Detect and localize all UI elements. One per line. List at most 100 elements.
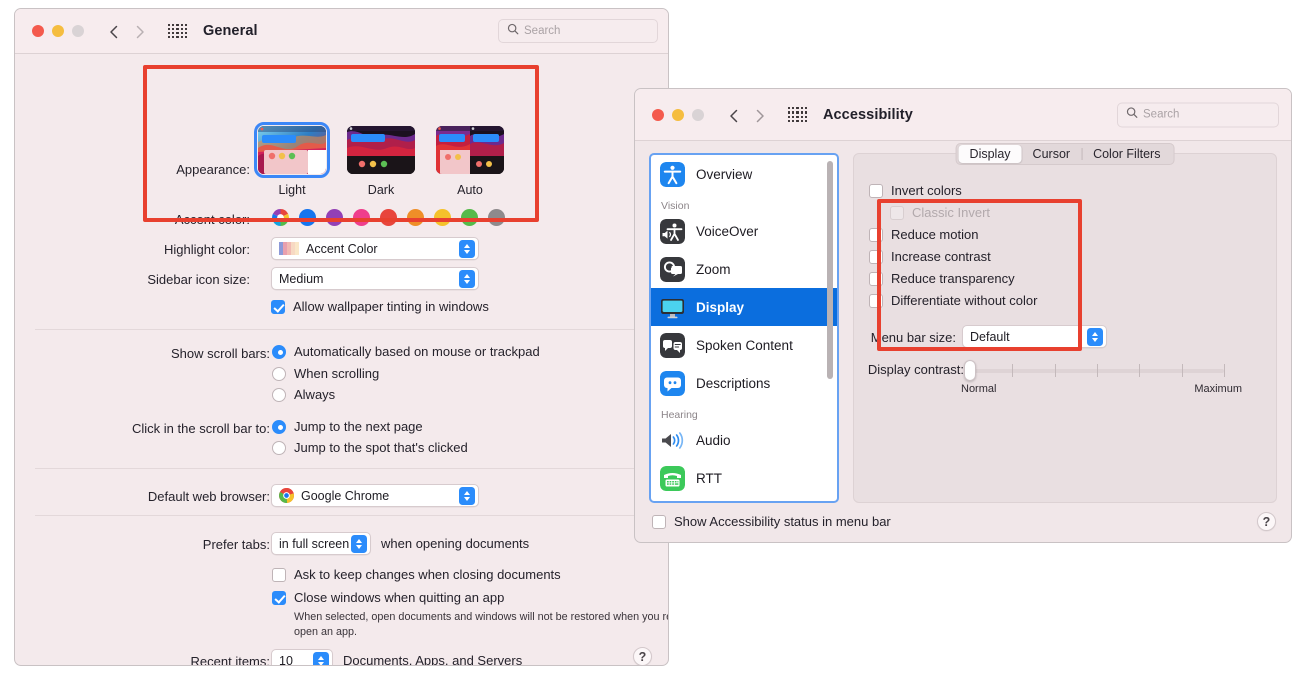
accent-swatch-purple[interactable] (326, 209, 343, 226)
search-field[interactable]: Search (1117, 102, 1279, 127)
default-web-browser-value: Google Chrome (301, 489, 389, 503)
zoom-button[interactable] (692, 109, 704, 121)
accent-swatch-graphite[interactable] (488, 209, 505, 226)
accessibility-help-button[interactable]: ? (1257, 512, 1276, 531)
highlight-color-popup[interactable]: Accent Color (271, 237, 479, 260)
appearance-option-dark[interactable]: Dark (347, 126, 415, 197)
audio-icon (660, 428, 685, 453)
accent-swatch-yellow[interactable] (434, 209, 451, 226)
sidebar-item-zoom[interactable]: Zoom (651, 250, 837, 288)
show-all-grid-icon[interactable] (788, 107, 807, 122)
accent-swatch-red[interactable] (380, 209, 397, 226)
scroll-bars-option-automatic[interactable]: Automatically based on mouse or trackpad (272, 344, 540, 359)
close-windows-checkbox[interactable]: Close windows when quitting an app (272, 590, 504, 605)
sidebar-item-captions[interactable]: Captions (651, 497, 837, 503)
close-button[interactable] (32, 25, 44, 37)
sidebar-item-rtt[interactable]: RTT (651, 459, 837, 497)
invert-colors-label: Invert colors (891, 183, 962, 198)
click-scroll-option-spot-clicked[interactable]: Jump to the spot that's clicked (272, 440, 468, 455)
tab-color-filters[interactable]: Color Filters (1082, 145, 1171, 163)
default-web-browser-popup[interactable]: Google Chrome (271, 484, 479, 507)
show-all-grid-icon[interactable] (168, 24, 187, 39)
recent-items-value: 10 (279, 654, 293, 667)
screenshot-stage: General Search Appearance: (0, 0, 1307, 700)
classic-invert-label: Classic Invert (912, 205, 990, 220)
increase-contrast-checkbox[interactable]: Increase contrast (869, 249, 991, 264)
sidebar-item-voiceover[interactable]: VoiceOver (651, 212, 837, 250)
scroll-bars-option-when-scrolling-label: When scrolling (294, 366, 379, 381)
back-icon[interactable] (108, 25, 120, 37)
sidebar-item-label: VoiceOver (696, 224, 758, 239)
recent-items-suffix: Documents, Apps, and Servers (343, 653, 522, 666)
accent-swatch-orange[interactable] (407, 209, 424, 226)
accessibility-body: Overview Vision VoiceOver Zoom (635, 141, 1291, 543)
panel-tab-bar: Display Cursor Color Filters (956, 143, 1175, 165)
back-icon[interactable] (728, 109, 740, 121)
appearance-label: Appearance: (75, 162, 250, 177)
accessibility-icon (660, 162, 685, 187)
slider-knob[interactable] (964, 360, 976, 381)
sidebar-scrollbar[interactable] (827, 161, 833, 379)
checkbox-box (890, 206, 904, 220)
sidebar-item-label: Display (696, 300, 744, 315)
navigation-arrows (728, 109, 766, 121)
display-icon (660, 295, 685, 320)
slider-track (970, 369, 1224, 373)
sidebar-item-descriptions[interactable]: Descriptions (651, 364, 837, 402)
minimize-button[interactable] (52, 25, 64, 37)
accent-swatch-green[interactable] (461, 209, 478, 226)
slider-max-label: Maximum (1194, 383, 1242, 395)
accent-swatch-pink[interactable] (353, 209, 370, 226)
checkbox-box (272, 591, 286, 605)
wallpaper-tinting-checkbox[interactable]: Allow wallpaper tinting in windows (271, 299, 489, 314)
appearance-option-light[interactable]: Light (258, 126, 326, 197)
sidebar-item-display[interactable]: Display (651, 288, 837, 326)
appearance-option-auto[interactable]: Auto (436, 126, 504, 197)
recent-items-label: Recent items: (55, 654, 270, 666)
prefer-tabs-popup[interactable]: in full screen (271, 532, 371, 555)
sidebar-item-overview[interactable]: Overview (651, 155, 837, 193)
show-accessibility-status-checkbox[interactable]: Show Accessibility status in menu bar (652, 514, 891, 529)
forward-icon[interactable] (754, 109, 766, 121)
differentiate-without-color-checkbox[interactable]: Differentiate without color (869, 293, 1037, 308)
recent-items-popup[interactable]: 10 (271, 649, 333, 666)
accent-swatch-multicolor[interactable] (272, 209, 289, 226)
invert-colors-checkbox[interactable]: Invert colors (869, 183, 962, 198)
general-titlebar: General Search (15, 9, 668, 54)
minimize-button[interactable] (672, 109, 684, 121)
rtt-icon (660, 466, 685, 491)
sidebar-item-spoken-content[interactable]: Spoken Content (651, 326, 837, 364)
reduce-motion-checkbox[interactable]: Reduce motion (869, 227, 978, 242)
forward-icon[interactable] (134, 25, 146, 37)
window-controls (32, 25, 84, 37)
checkbox-box (869, 272, 883, 286)
close-windows-note: When selected, open documents and window… (294, 610, 669, 640)
accent-swatch-blue[interactable] (299, 209, 316, 226)
radio-button (272, 345, 286, 359)
search-field[interactable]: Search (498, 19, 658, 43)
close-button[interactable] (652, 109, 664, 121)
scroll-bars-option-always[interactable]: Always (272, 387, 335, 402)
sidebar-icon-size-stepper-icon (459, 270, 475, 288)
slider-min-label: Normal (961, 383, 996, 395)
recent-items-stepper-icon (313, 652, 329, 667)
zoom-button[interactable] (72, 25, 84, 37)
reduce-transparency-checkbox[interactable]: Reduce transparency (869, 271, 1015, 286)
click-scroll-option-next-page[interactable]: Jump to the next page (272, 419, 423, 434)
prefer-tabs-value: in full screen (279, 537, 349, 551)
default-web-browser-stepper-icon (459, 487, 475, 505)
prefer-tabs-suffix: when opening documents (381, 536, 529, 551)
tab-display[interactable]: Display (959, 145, 1022, 163)
scroll-bars-option-when-scrolling[interactable]: When scrolling (272, 366, 379, 381)
appearance-thumb-auto (436, 126, 504, 174)
appearance-options: Light (258, 126, 504, 197)
sidebar-item-audio[interactable]: Audio (651, 421, 837, 459)
display-contrast-slider[interactable]: Normal Maximum (970, 369, 1224, 373)
search-placeholder: Search (524, 25, 560, 37)
checkbox-box (869, 294, 883, 308)
menu-bar-size-popup[interactable]: Default (962, 325, 1107, 348)
tab-cursor[interactable]: Cursor (1022, 145, 1082, 163)
ask-keep-changes-checkbox[interactable]: Ask to keep changes when closing documen… (272, 567, 561, 582)
sidebar-icon-size-popup[interactable]: Medium (271, 267, 479, 290)
general-help-button[interactable]: ? (633, 647, 652, 666)
